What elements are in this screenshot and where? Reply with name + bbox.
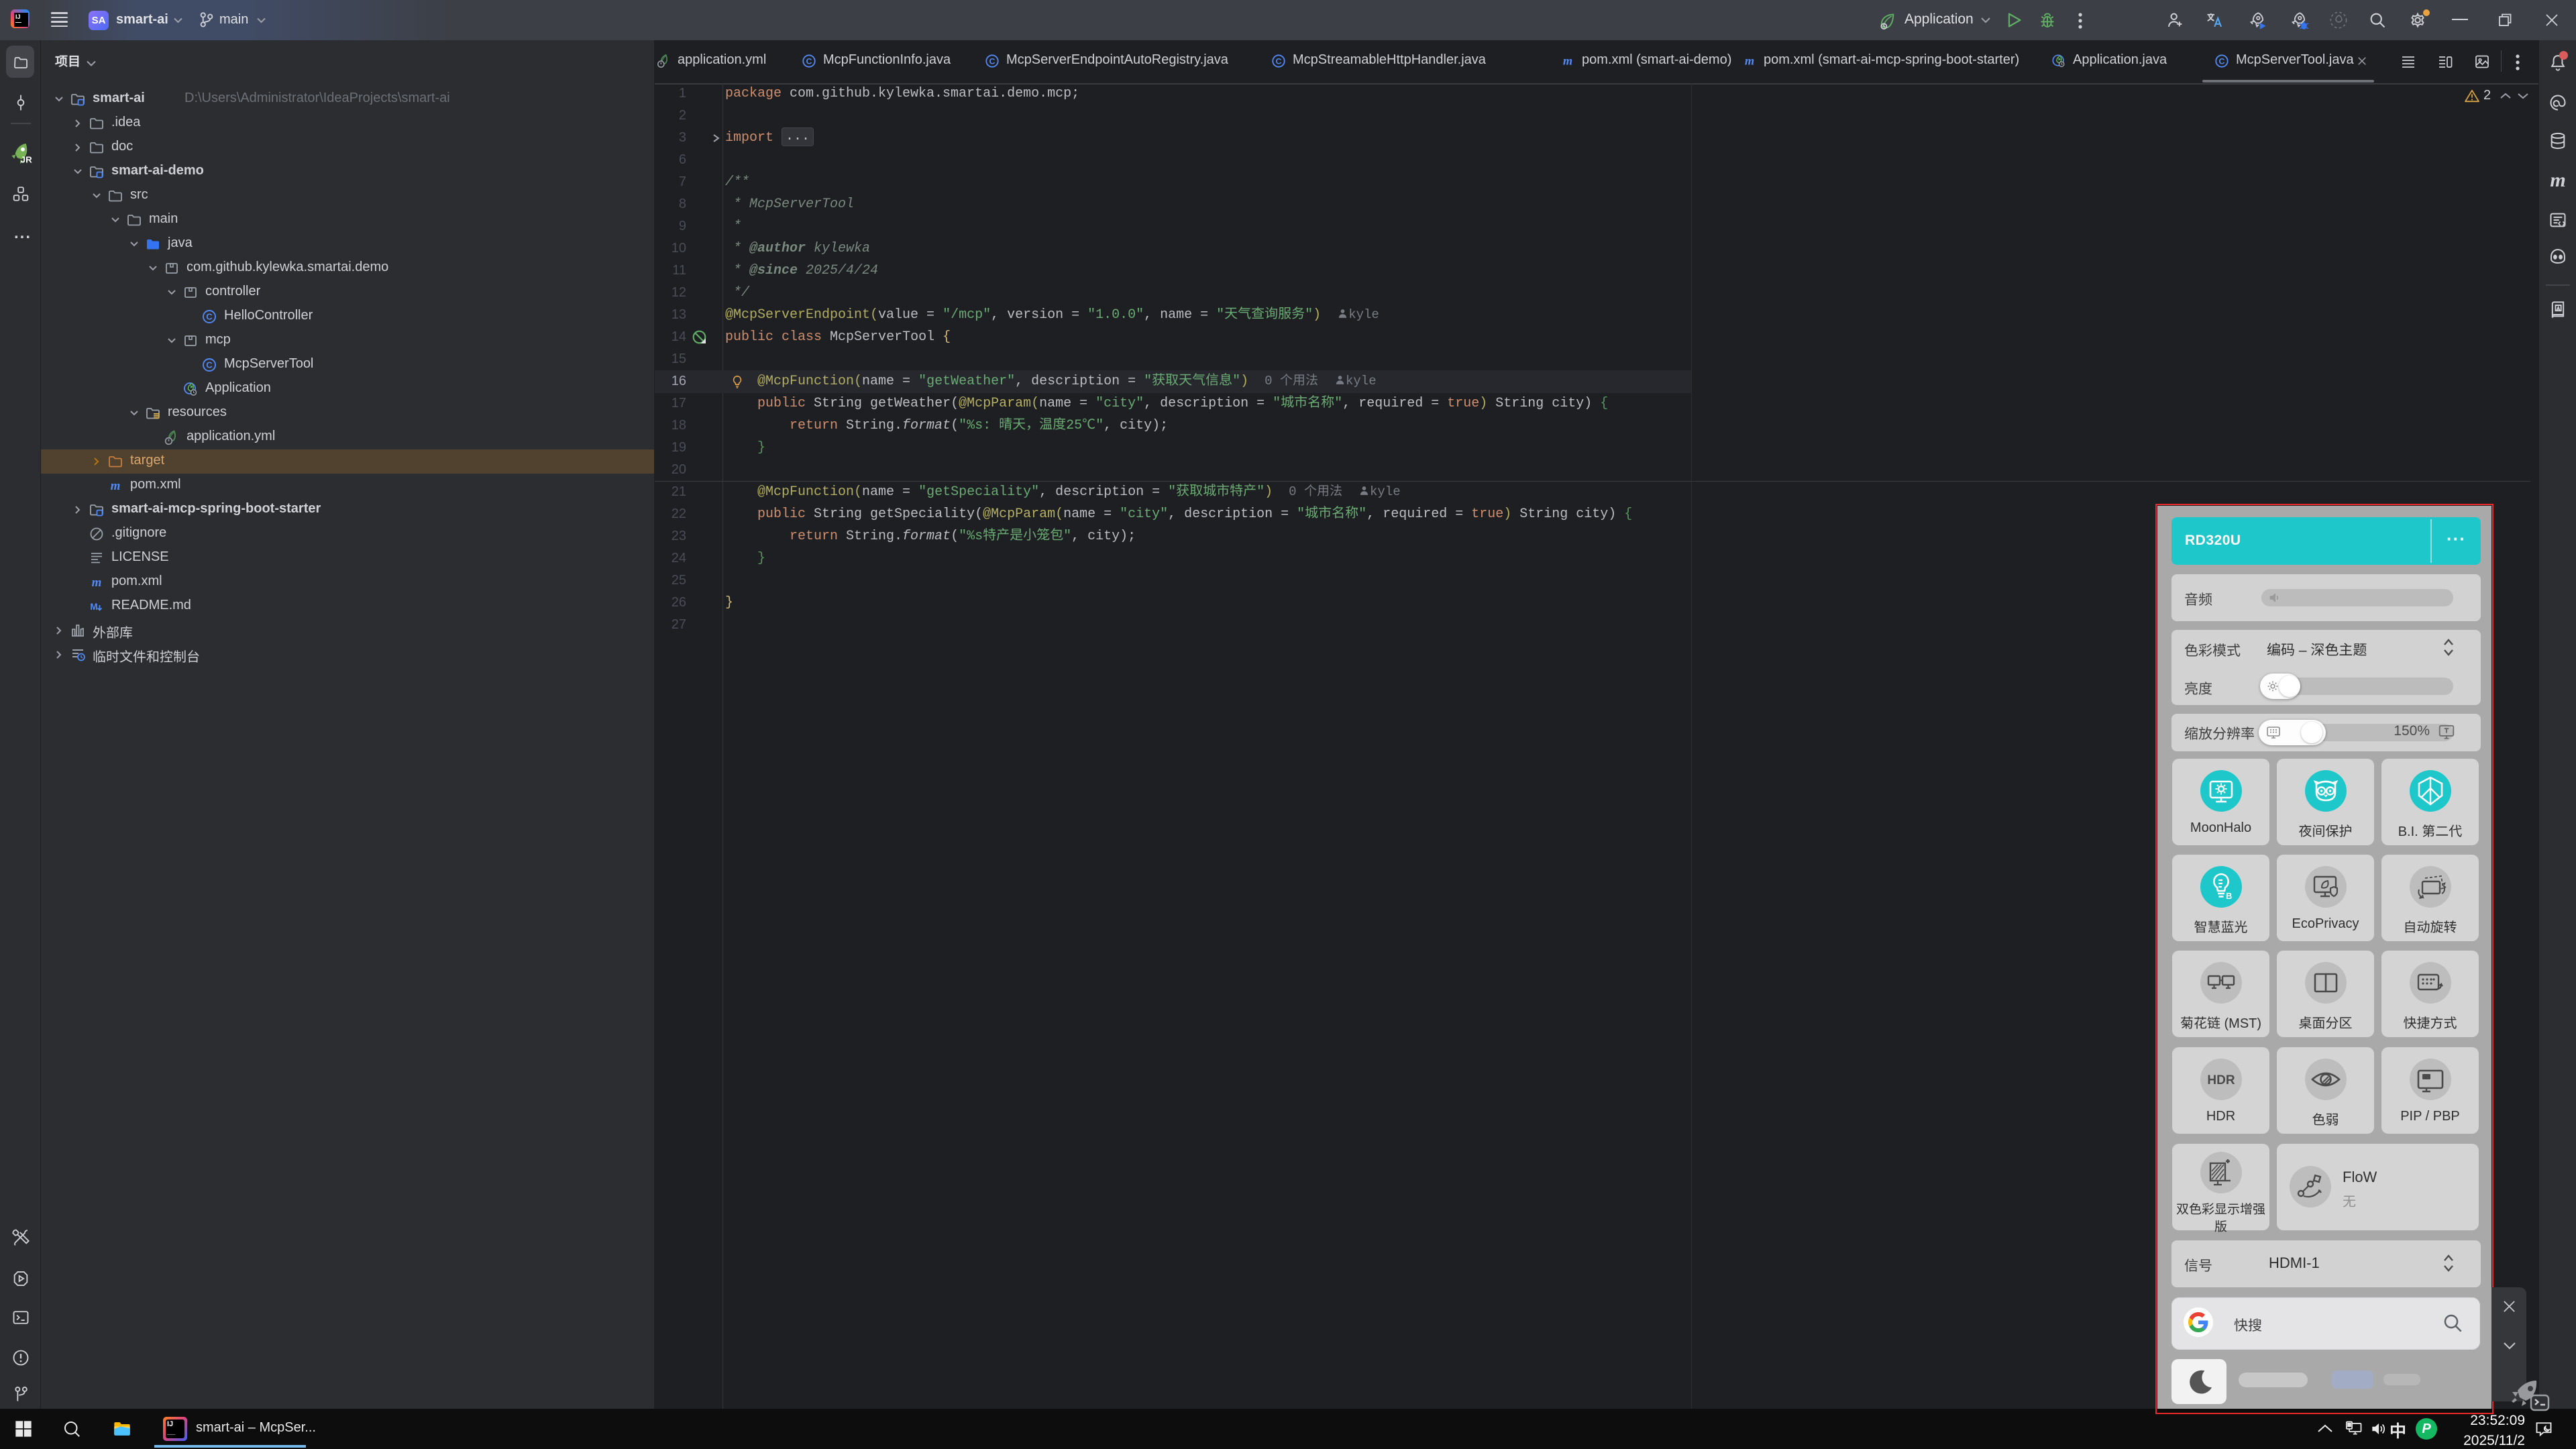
svg-text:C: C	[989, 57, 996, 66]
svg-text:JR: JR	[21, 155, 32, 165]
svg-text:HDR: HDR	[2207, 1073, 2235, 1087]
svg-text:C: C	[806, 57, 812, 66]
svg-text:m: m	[1745, 54, 1754, 68]
svg-text:C: C	[206, 312, 213, 322]
svg-text:B: B	[2226, 891, 2232, 901]
svg-text:m: m	[111, 479, 121, 493]
svg-text:M: M	[90, 602, 97, 612]
svg-text:C: C	[206, 360, 213, 370]
svg-text:C: C	[1276, 57, 1282, 66]
svg-text:m: m	[92, 576, 102, 590]
svg-text:m: m	[1563, 54, 1572, 68]
svg-text:C: C	[2219, 57, 2225, 66]
